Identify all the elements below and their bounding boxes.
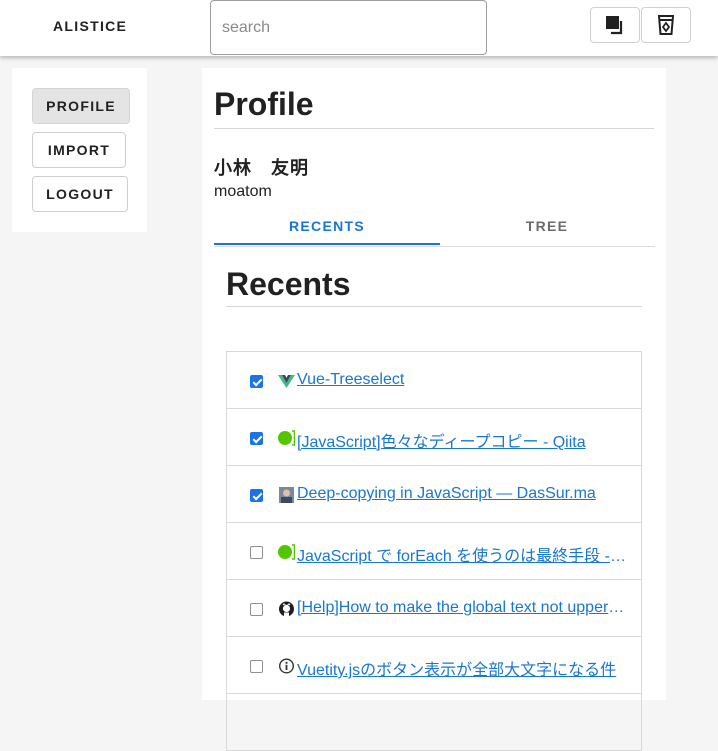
profile-button[interactable]: PROFILE: [32, 88, 130, 124]
username: moatom: [214, 183, 272, 200]
app-bar: ALISTICE: [0, 0, 718, 56]
list-item: [Help]How to make the global text not up…: [227, 580, 641, 637]
info-icon: [278, 658, 295, 674]
item-link[interactable]: Vue-Treeselect: [297, 371, 627, 389]
item-checkbox[interactable]: [250, 375, 263, 388]
vue-icon: [278, 375, 295, 388]
user-display-name: 小林 友明: [214, 158, 309, 178]
list-item: Deep-copying in JavaScript — DasSur.ma: [227, 466, 641, 523]
qiita-icon: [278, 430, 295, 446]
copy-icon: [606, 16, 623, 35]
item-checkbox[interactable]: [250, 660, 263, 673]
github-icon: [279, 601, 294, 617]
recents-list: Vue-Treeselect [JavaScript]色々なディープコピー - …: [226, 351, 642, 751]
item-link[interactable]: Vuetity.jsのボタン表示が全部大文字になる件: [297, 656, 627, 680]
divider: [226, 306, 642, 307]
list-item: [JavaScript]色々なディープコピー - Qiita: [227, 409, 641, 466]
list-item: Vuetity.jsのボタン表示が全部大文字になる件: [227, 637, 641, 694]
item-link[interactable]: [JavaScript]色々なディープコピー - Qiita: [297, 428, 627, 452]
avatar-icon: [279, 487, 294, 503]
tab-tree[interactable]: TREE: [434, 208, 660, 243]
item-link[interactable]: Deep-copying in JavaScript — DasSur.ma: [297, 485, 627, 503]
copy-button[interactable]: [590, 7, 640, 43]
item-checkbox[interactable]: [250, 432, 263, 445]
item-checkbox[interactable]: [250, 546, 263, 559]
page-title: Profile: [214, 86, 314, 122]
item-checkbox[interactable]: [250, 489, 263, 502]
list-item: [227, 694, 641, 751]
app-brand[interactable]: ALISTICE: [53, 18, 127, 34]
section-title: Recents: [226, 266, 351, 302]
tab-indicator: [214, 243, 440, 245]
trash-icon: [657, 15, 675, 35]
list-item: JavaScript で forEach を使うのは最終手段 - Qiita: [227, 523, 641, 580]
tab-recents[interactable]: RECENTS: [214, 208, 440, 243]
list-item: Vue-Treeselect: [227, 352, 641, 409]
divider: [214, 128, 654, 129]
search-input[interactable]: [210, 0, 487, 55]
main-panel: Profile 小林 友明 moatom RECENTS TREE Recent…: [202, 68, 666, 751]
item-link[interactable]: [Help]How to make the global text not up…: [297, 599, 627, 617]
item-link[interactable]: JavaScript で forEach を使うのは最終手段 - Qiita: [297, 542, 627, 566]
import-button[interactable]: IMPORT: [32, 132, 126, 168]
sidebar: PROFILE IMPORT LOGOUT: [12, 68, 147, 232]
logout-button[interactable]: LOGOUT: [32, 176, 128, 212]
tab-bar: RECENTS TREE: [214, 208, 655, 247]
qiita-icon: [278, 544, 295, 560]
item-checkbox[interactable]: [250, 603, 263, 616]
delete-button[interactable]: [641, 7, 691, 43]
